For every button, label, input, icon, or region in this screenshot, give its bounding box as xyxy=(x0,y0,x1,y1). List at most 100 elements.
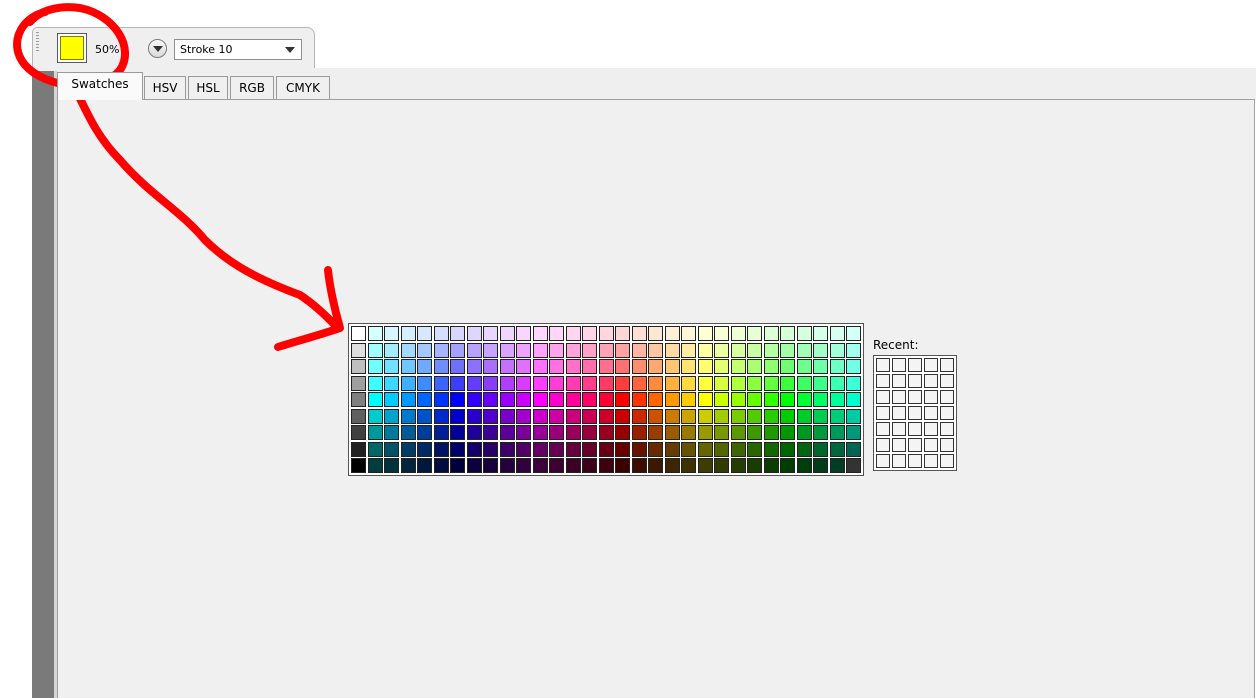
swatch-cell[interactable] xyxy=(714,408,729,424)
swatch-cell[interactable] xyxy=(582,441,597,457)
opacity-label[interactable]: 50% xyxy=(95,43,119,56)
swatch-cell[interactable] xyxy=(763,326,779,341)
tab-swatches[interactable]: Swatches xyxy=(57,72,143,100)
menu-button[interactable] xyxy=(148,39,167,58)
recent-color-cell[interactable] xyxy=(924,406,938,420)
swatch-cell[interactable] xyxy=(367,425,383,440)
swatch-cell[interactable] xyxy=(367,375,383,391)
swatch-cell[interactable] xyxy=(681,342,696,358)
swatch-cell[interactable] xyxy=(615,326,630,341)
swatch-cell[interactable] xyxy=(730,441,746,457)
swatch-cell[interactable] xyxy=(582,425,597,440)
swatch-cell[interactable] xyxy=(433,326,449,341)
swatch-cell[interactable] xyxy=(450,441,465,457)
swatch-cell[interactable] xyxy=(450,342,465,358)
swatch-cell[interactable] xyxy=(582,326,597,341)
swatch-cell[interactable] xyxy=(532,375,548,391)
swatch-cell[interactable] xyxy=(450,359,465,374)
swatch-cell[interactable] xyxy=(549,375,564,391)
swatch-cell[interactable] xyxy=(598,375,614,391)
swatch-cell[interactable] xyxy=(450,375,465,391)
swatch-cell[interactable] xyxy=(714,441,729,457)
recent-color-cell[interactable] xyxy=(892,358,906,372)
swatch-cell[interactable] xyxy=(367,458,383,473)
swatch-cell[interactable] xyxy=(582,359,597,374)
swatch-cell[interactable] xyxy=(466,425,482,440)
swatch-cell[interactable] xyxy=(813,326,828,341)
swatch-cell[interactable] xyxy=(648,392,663,407)
swatch-cell[interactable] xyxy=(400,458,416,473)
swatch-cell[interactable] xyxy=(829,392,845,407)
swatch-cell[interactable] xyxy=(730,326,746,341)
swatch-cell[interactable] xyxy=(648,359,663,374)
swatch-cell[interactable] xyxy=(384,408,399,424)
swatch-cell[interactable] xyxy=(681,408,696,424)
swatch-cell[interactable] xyxy=(846,392,861,407)
swatch-cell[interactable] xyxy=(681,425,696,440)
swatch-cell[interactable] xyxy=(351,375,366,391)
swatch-cell[interactable] xyxy=(582,392,597,407)
swatch-cell[interactable] xyxy=(483,441,498,457)
current-color-button[interactable] xyxy=(57,33,87,63)
swatch-cell[interactable] xyxy=(351,408,366,424)
swatch-cell[interactable] xyxy=(466,458,482,473)
swatch-cell[interactable] xyxy=(648,425,663,440)
swatch-cell[interactable] xyxy=(796,342,812,358)
swatch-cell[interactable] xyxy=(384,441,399,457)
swatch-cell[interactable] xyxy=(664,392,680,407)
swatch-cell[interactable] xyxy=(763,425,779,440)
swatch-cell[interactable] xyxy=(681,458,696,473)
swatch-cell[interactable] xyxy=(516,441,531,457)
swatch-cell[interactable] xyxy=(697,342,713,358)
swatch-cell[interactable] xyxy=(433,408,449,424)
swatch-cell[interactable] xyxy=(367,392,383,407)
swatch-cell[interactable] xyxy=(565,392,581,407)
swatch-cell[interactable] xyxy=(598,458,614,473)
recent-color-cell[interactable] xyxy=(924,390,938,404)
swatch-cell[interactable] xyxy=(796,425,812,440)
swatch-cell[interactable] xyxy=(351,458,366,473)
swatch-cell[interactable] xyxy=(549,408,564,424)
recent-color-cell[interactable] xyxy=(876,390,890,404)
swatch-cell[interactable] xyxy=(565,342,581,358)
swatch-cell[interactable] xyxy=(648,441,663,457)
tab-hsl[interactable]: HSL xyxy=(188,76,228,99)
swatch-cell[interactable] xyxy=(730,375,746,391)
swatch-cell[interactable] xyxy=(549,359,564,374)
swatch-cell[interactable] xyxy=(829,359,845,374)
swatch-cell[interactable] xyxy=(598,326,614,341)
swatch-cell[interactable] xyxy=(763,392,779,407)
swatch-cell[interactable] xyxy=(516,458,531,473)
swatch-cell[interactable] xyxy=(697,359,713,374)
swatch-cell[interactable] xyxy=(466,392,482,407)
swatch-cell[interactable] xyxy=(499,408,515,424)
swatch-cell[interactable] xyxy=(813,342,828,358)
swatch-cell[interactable] xyxy=(747,326,762,341)
swatch-cell[interactable] xyxy=(615,342,630,358)
swatch-cell[interactable] xyxy=(466,441,482,457)
recent-color-cell[interactable] xyxy=(892,406,906,420)
swatch-cell[interactable] xyxy=(433,425,449,440)
recent-color-cell[interactable] xyxy=(908,374,922,388)
swatch-cell[interactable] xyxy=(417,425,432,440)
swatch-cell[interactable] xyxy=(483,458,498,473)
swatch-cell[interactable] xyxy=(565,326,581,341)
swatch-cell[interactable] xyxy=(615,392,630,407)
grip-handle-icon[interactable] xyxy=(36,32,39,52)
swatch-cell[interactable] xyxy=(615,458,630,473)
swatch-cell[interactable] xyxy=(697,392,713,407)
recent-color-cell[interactable] xyxy=(908,406,922,420)
swatch-cell[interactable] xyxy=(631,458,647,473)
recent-color-cell[interactable] xyxy=(908,454,922,468)
swatch-cell[interactable] xyxy=(516,359,531,374)
swatch-cell[interactable] xyxy=(450,408,465,424)
swatch-cell[interactable] xyxy=(400,359,416,374)
swatch-cell[interactable] xyxy=(384,392,399,407)
swatch-cell[interactable] xyxy=(730,359,746,374)
swatch-cell[interactable] xyxy=(466,359,482,374)
swatch-cell[interactable] xyxy=(829,342,845,358)
swatch-cell[interactable] xyxy=(796,441,812,457)
swatch-cell[interactable] xyxy=(664,359,680,374)
swatch-cell[interactable] xyxy=(532,392,548,407)
swatch-cell[interactable] xyxy=(417,392,432,407)
